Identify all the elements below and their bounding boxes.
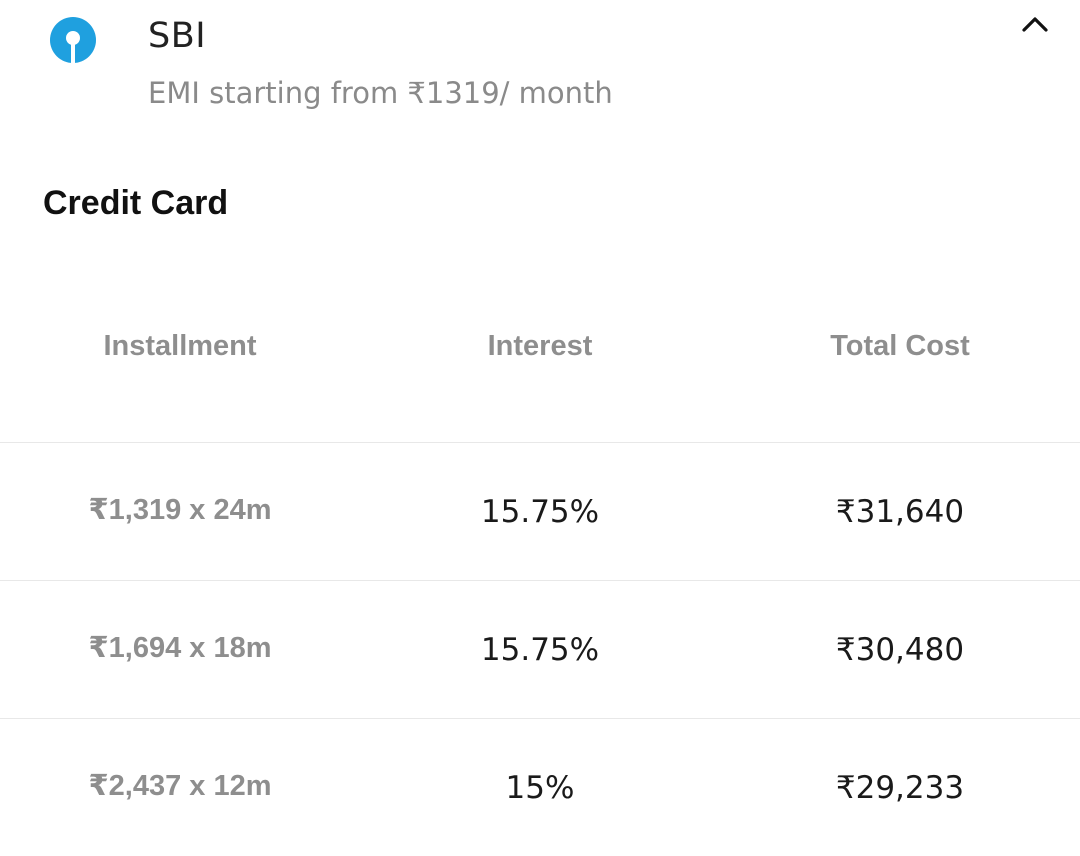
section-title: Credit Card — [43, 184, 229, 222]
column-header-total-cost: Total Cost — [830, 330, 970, 362]
total-cost-cell: ₹31,640 — [835, 494, 965, 530]
total-cost-cell: ₹30,480 — [835, 632, 965, 668]
emi-plan-row[interactable]: ₹2,437 x 12m 15% ₹29,233 — [0, 718, 1080, 856]
table-header: Installment Interest Total Cost — [0, 300, 1080, 443]
interest-cell: 15.75% — [480, 632, 600, 668]
chevron-up-icon — [1022, 17, 1048, 32]
emi-plan-row[interactable]: ₹1,319 x 24m 15.75% ₹31,640 — [0, 442, 1080, 581]
sbi-logo-icon — [50, 17, 96, 63]
interest-cell: 15.75% — [480, 494, 600, 530]
bank-header[interactable]: SBI EMI starting from ₹1319/ month — [0, 0, 1080, 140]
collapse-button[interactable] — [1012, 6, 1058, 46]
total-cost-cell: ₹29,233 — [835, 770, 965, 806]
bank-name: SBI — [148, 16, 207, 56]
interest-cell: 15% — [505, 770, 575, 806]
emi-plan-row[interactable]: ₹1,694 x 18m 15.75% ₹30,480 — [0, 580, 1080, 719]
column-header-interest: Interest — [487, 330, 593, 362]
installment-cell: ₹1,319 x 24m — [88, 494, 272, 526]
installment-cell: ₹2,437 x 12m — [88, 770, 272, 802]
emi-starting-text: EMI starting from ₹1319/ month — [148, 76, 613, 110]
column-header-installment: Installment — [103, 330, 257, 362]
installment-cell: ₹1,694 x 18m — [88, 632, 272, 664]
